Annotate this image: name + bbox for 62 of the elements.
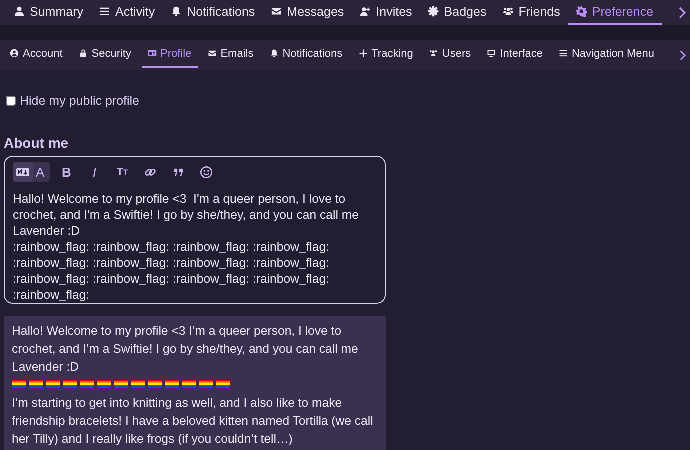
rainbow-flag-icon xyxy=(12,380,26,390)
bell-icon xyxy=(270,49,279,58)
rainbow-flag-icon xyxy=(165,380,179,390)
people-icon xyxy=(429,49,438,58)
preview-paragraph: Hallo! Welcome to my profile <3 I’m a queer person, I love to crochet, and I’m a Swiftie! I go by she/they, and you can call me Lavender :D xyxy=(12,323,360,376)
mail-icon xyxy=(208,49,217,58)
text-editor[interactable] xyxy=(4,156,386,304)
settings-tab[interactable]: Tracking xyxy=(352,42,420,68)
nav-tab[interactable]: Invites xyxy=(352,0,420,25)
editor-mode-toggle[interactable]: A xyxy=(13,162,50,182)
list-icon xyxy=(99,6,110,17)
monitor-icon xyxy=(487,49,496,58)
gear-icon xyxy=(576,6,588,17)
settings-tab[interactable]: Notifications xyxy=(264,42,349,68)
settings-tab[interactable]: Interface xyxy=(481,42,549,68)
nav-tab[interactable]: Summary xyxy=(6,0,92,25)
rainbow-flag-icon xyxy=(46,380,60,390)
settings-tab[interactable]: Account xyxy=(4,42,69,68)
chevron-right-icon xyxy=(679,50,686,60)
settings-tab[interactable]: Profile xyxy=(142,42,198,68)
markdown-icon xyxy=(13,162,33,182)
invite-icon xyxy=(360,6,372,17)
rainbow-flag-icon xyxy=(131,380,145,390)
nav-tab[interactable]: Notifications xyxy=(163,0,264,25)
rainbow-flag-icon xyxy=(148,380,162,390)
bell-icon xyxy=(171,6,182,17)
rainbow-flag-icon xyxy=(182,380,196,390)
rainbow-flag-icon xyxy=(199,380,213,390)
person-icon xyxy=(14,6,25,17)
settings-tab[interactable]: Users xyxy=(423,42,478,68)
smiley-icon xyxy=(200,166,214,178)
format-button[interactable]: Tт xyxy=(112,162,134,182)
settings-tab[interactable]: Navigation Menu xyxy=(552,42,661,68)
settings-tab[interactable]: Security xyxy=(72,42,138,68)
about-me-field[interactable]: Hallo! Welcome to my profile <3 I'm a queer person, I love to crochet, and I'm a Swiftie! I go by she/they, and you can call me Lavender :D :rainbow_flag: :rainbow_flag: :rainbow_flag: :rainbow_flag: :rainbow_flag: :rainbow_flag: :rainbow_flag: :rainbow_flag: :rainbow_flag: :rainbow_flag: :rainbow_flag: :rainbow_flag: :rainbow_flag: xyxy=(5,183,385,303)
settings-tab[interactable]: Emails xyxy=(202,42,260,68)
circle-person-icon xyxy=(10,49,19,58)
hide-profile-checkbox[interactable] xyxy=(6,96,16,106)
people-icon xyxy=(502,6,514,17)
checkbox-label: Hide my public profile xyxy=(20,94,140,108)
mail-icon xyxy=(271,6,282,17)
nav-tab[interactable]: Friends xyxy=(494,0,568,25)
list-icon xyxy=(558,49,568,58)
nav-tab[interactable]: Activity xyxy=(91,0,164,25)
chevron-right-icon xyxy=(678,6,686,18)
nav-tab[interactable]: Badges xyxy=(420,0,495,25)
nav-tab[interactable]: Messages xyxy=(263,0,352,25)
rainbow-flag-icon xyxy=(29,380,43,390)
rainbow-flag-icon xyxy=(114,380,128,390)
format-button[interactable]: B xyxy=(56,162,78,182)
rainbow-flag-icon xyxy=(97,380,111,390)
badge-icon xyxy=(428,6,440,17)
quote-icon xyxy=(173,168,184,176)
rainbow-flag-icon xyxy=(63,380,77,390)
lock-icon xyxy=(78,49,88,58)
format-button[interactable]: I xyxy=(84,162,106,182)
preview-paragraph: I’m starting to get into knitting as well, and I also like to make friendship bracelets! I have a beloved kitten named Tortilla (we call her Tilly) and I really like frogs (if you couldn’t tell…) xyxy=(12,395,374,448)
rainbow-flag-icon xyxy=(216,380,230,390)
plus-icon xyxy=(358,49,368,58)
card-icon xyxy=(148,49,156,58)
section-heading: About me xyxy=(4,135,70,151)
rainbow-flag-icon xyxy=(80,380,94,390)
